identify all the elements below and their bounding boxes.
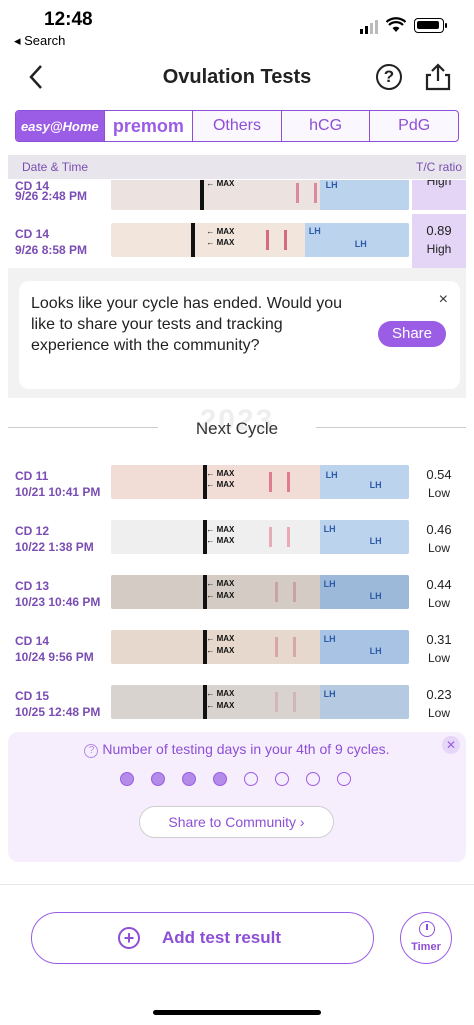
battery-icon (414, 18, 447, 33)
status-time: 12:48 (44, 9, 93, 30)
nav-bar: Ovulation Tests ? (0, 56, 474, 100)
share-prompt-card: Looks like your cycle has ended. Would y… (19, 281, 460, 389)
row-cd: CD 14 (15, 227, 50, 241)
cycle-dot (275, 772, 289, 786)
row-cd: CD 12 (15, 524, 50, 538)
row-cd: CD 15 (15, 689, 50, 703)
cycle-dot (306, 772, 320, 786)
test-strip-image: ← MAX ← MAX LH LH (111, 520, 409, 554)
column-ratio: T/C ratio (415, 160, 462, 174)
back-to-search-link[interactable]: ◂ Search (14, 33, 65, 49)
cycle-dot (337, 772, 351, 786)
row-cd: CD 14 (15, 634, 50, 648)
test-strip-image: ← MAX ← MAX LH LH (111, 575, 409, 609)
tab-easy-home[interactable]: easy@Home (16, 111, 105, 141)
home-indicator (153, 1010, 321, 1015)
row-date: 9/26 2:48 PM (15, 189, 88, 203)
tab-hcg[interactable]: hCG (282, 111, 371, 141)
share-icon[interactable] (424, 62, 452, 92)
ratio-cell: High (412, 180, 466, 210)
share-prompt: Looks like your cycle has ended. Would y… (8, 268, 466, 398)
row-cd: CD 13 (15, 579, 50, 593)
timer-label: Timer (411, 941, 441, 953)
question-icon: ? (84, 744, 99, 758)
row-date: 10/25 12:48 PM (15, 705, 101, 719)
clock-icon (419, 921, 435, 937)
ratio-cell: 0.44 Low (426, 577, 452, 610)
row-date: 9/26 8:58 PM (15, 243, 88, 257)
timer-button[interactable]: Timer (400, 912, 452, 964)
table-header: Date & Time T/C ratio (8, 155, 466, 179)
add-test-result-label: Add test result (162, 928, 282, 947)
page-title: Ovulation Tests (162, 66, 312, 88)
table-row[interactable]: CD 14 9/26 2:48 PM ← MAX LH High (8, 180, 466, 210)
cycle-dot (182, 772, 196, 786)
test-strip-image: ← MAX ← MAX LH LH (111, 630, 409, 664)
share-to-community-button[interactable]: Share to Community › (139, 806, 334, 838)
share-button[interactable]: Share (378, 321, 446, 347)
testing-days-card: ✕ ? Number of testing days in your 4th o… (8, 732, 466, 862)
table-row[interactable]: CD 11 10/21 10:41 PM ← MAX ← MAX LH LH 0.… (8, 462, 466, 514)
row-cd: CD 11 (15, 469, 49, 483)
chevron-right-icon: › (299, 814, 305, 830)
ratio-cell: 0.89 High (412, 214, 466, 268)
test-strip-image: ← MAX LH (111, 180, 409, 210)
cycle-dot (120, 772, 134, 786)
cycle-dot (213, 772, 227, 786)
test-strip-image: ← MAX ← MAX LH LH (111, 465, 409, 499)
table-row[interactable]: CD 14 10/24 9:56 PM ← MAX ← MAX LH LH 0.3… (8, 627, 466, 679)
ratio-cell: 0.31 Low (426, 632, 452, 665)
brand-tabs: easy@Home premom Others hCG PdG (15, 110, 459, 142)
test-strip-image: ← MAX ← MAX LH (111, 685, 409, 719)
column-date: Date & Time (22, 160, 89, 174)
divider (0, 884, 474, 885)
cycle-dot (151, 772, 165, 786)
table-row[interactable]: CD 15 10/25 12:48 PM ← MAX ← MAX LH 0.23… (8, 682, 466, 734)
cycle-divider: 2023 Next Cycle (8, 404, 466, 448)
plus-icon: + (118, 927, 140, 949)
next-cycle-label: Next Cycle (195, 419, 279, 438)
tab-others[interactable]: Others (193, 111, 282, 141)
close-icon[interactable]: × (439, 291, 448, 309)
signal-icon (360, 20, 378, 34)
ratio-cell: 0.54 Low (426, 467, 452, 500)
table-row[interactable]: CD 12 10/22 1:38 PM ← MAX ← MAX LH LH 0.4… (8, 517, 466, 569)
test-strip-image: ← MAX ← MAX LH LH (111, 223, 409, 257)
row-date: 10/23 10:46 PM (15, 595, 101, 609)
help-icon[interactable]: ? (376, 64, 402, 90)
row-date: 10/22 1:38 PM (15, 540, 94, 554)
wifi-icon (386, 17, 406, 32)
status-bar: 12:48 ◂ Search (0, 0, 474, 52)
cycle-dot (244, 772, 258, 786)
testing-days-text: ? Number of testing days in your 4th of … (8, 741, 466, 758)
ratio-cell: 0.23 Low (426, 687, 452, 720)
row-date: 10/21 10:41 PM (15, 485, 101, 499)
tab-premom[interactable]: premom (104, 111, 194, 141)
ratio-cell: 0.46 Low (426, 522, 452, 555)
cycle-dots (120, 772, 351, 786)
table-row[interactable]: CD 14 9/26 8:58 PM ← MAX ← MAX LH LH 0.89… (8, 214, 466, 268)
row-date: 10/24 9:56 PM (15, 650, 94, 664)
share-prompt-text: Looks like your cycle has ended. Would y… (31, 295, 342, 354)
tab-pdg[interactable]: PdG (370, 111, 458, 141)
table-row[interactable]: CD 13 10/23 10:46 PM ← MAX ← MAX LH LH 0.… (8, 572, 466, 624)
add-test-result-button[interactable]: + Add test result (31, 912, 374, 964)
